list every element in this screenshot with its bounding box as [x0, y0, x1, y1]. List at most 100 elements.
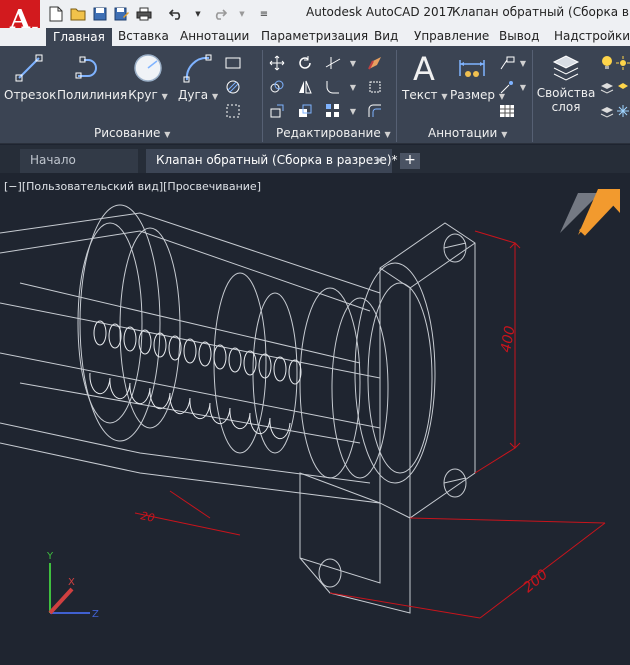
layer-sun-icon[interactable]: [614, 54, 630, 72]
file-tab-bar: Начало Клапан обратный (Сборка в разрезе…: [0, 145, 630, 173]
circle-button[interactable]: Круг ▼: [128, 52, 168, 102]
x-axis-label: X: [68, 577, 75, 588]
array-icon[interactable]: [324, 102, 342, 120]
annotation-panel-title[interactable]: Аннотации ▼: [428, 126, 507, 140]
arc-dropdown-icon[interactable]: ▼: [212, 92, 218, 101]
arc-icon: [183, 54, 212, 83]
tab-view[interactable]: Вид: [368, 28, 404, 46]
app-title: Autodesk AutoCAD 2017: [306, 5, 454, 19]
tab-home[interactable]: Главная: [46, 28, 112, 46]
file-tab-start-label: Начало: [30, 153, 76, 167]
polyline-button[interactable]: Полилиния: [57, 52, 127, 102]
undo-dropdown-icon[interactable]: ▼: [188, 4, 208, 24]
arc-button[interactable]: Дуга ▼: [178, 52, 218, 102]
circle-icon: [134, 54, 162, 82]
text-button[interactable]: A Текст ▼: [402, 52, 448, 102]
tab-addins[interactable]: Надстройки: [548, 28, 630, 46]
saveas-icon[interactable]: [112, 4, 132, 24]
dimension-400: 400: [498, 325, 518, 354]
dimension-200: 200: [520, 567, 551, 596]
tab-manage[interactable]: Управление: [408, 28, 495, 46]
array-dropdown-icon[interactable]: ▼: [344, 102, 362, 120]
layer-iso-icon[interactable]: [614, 78, 630, 96]
text-dropdown-icon[interactable]: ▼: [441, 92, 447, 101]
trim-dropdown-icon[interactable]: ▼: [344, 54, 362, 72]
copy-icon[interactable]: [268, 78, 286, 96]
panel-separator: [262, 50, 263, 142]
ribbon-tab-bar: Главная Вставка Аннотации Параметризация…: [0, 28, 630, 46]
text-icon: A: [413, 52, 435, 84]
layer-freeze-icon[interactable]: [614, 102, 630, 120]
open-icon[interactable]: [68, 4, 88, 24]
annotation-panel-expand-icon[interactable]: ▼: [501, 130, 507, 139]
tab-insert[interactable]: Вставка: [112, 28, 175, 46]
quick-access-toolbar: ▼ ▼ ≡: [46, 4, 274, 24]
dimension-button[interactable]: Размер ▼: [450, 52, 505, 102]
new-tab-button[interactable]: +: [400, 153, 420, 169]
draw-panel-title-text: Рисование: [94, 126, 161, 140]
trim-icon[interactable]: [324, 54, 342, 72]
close-icon[interactable]: ×: [374, 149, 384, 171]
ucs-icon: Y X Z: [46, 551, 99, 620]
layer-properties-button[interactable]: Свойства слоя: [536, 52, 596, 114]
annotation-panel-title-text: Аннотации: [428, 126, 498, 140]
save-icon[interactable]: [90, 4, 110, 24]
tab-annotate[interactable]: Аннотации: [174, 28, 255, 46]
dimension-20: 20: [139, 509, 155, 525]
print-icon[interactable]: [134, 4, 154, 24]
move-icon[interactable]: [268, 54, 286, 72]
circle-label: Круг: [128, 88, 158, 102]
table-icon[interactable]: [498, 102, 516, 120]
draw-panel-title[interactable]: Рисование ▼: [94, 126, 170, 140]
dimension-lines: [134, 230, 606, 619]
modify-panel-title-text: Редактирование: [276, 126, 381, 140]
redo-icon[interactable]: [210, 4, 230, 24]
line-button[interactable]: Отрезок: [4, 52, 57, 102]
valve-assembly-wireframe: [0, 204, 476, 614]
document-title: Клапан обратный (Сборка в раз: [452, 5, 630, 19]
leader-dropdown-icon[interactable]: ▼: [514, 54, 532, 72]
customize-toolbar-icon[interactable]: ≡: [254, 4, 274, 24]
panel-separator: [396, 50, 397, 142]
file-tab-document[interactable]: Клапан обратный (Сборка в разрезе)* ×: [146, 149, 398, 173]
undo-icon[interactable]: [166, 4, 186, 24]
drawing-viewport[interactable]: [−][Пользовательский вид][Просвечивание]: [0, 173, 630, 665]
new-icon[interactable]: [46, 4, 66, 24]
y-axis-label: Y: [46, 551, 54, 562]
dimension-label: Размер: [450, 88, 496, 102]
scale-icon[interactable]: [296, 102, 314, 120]
erase-icon[interactable]: [366, 54, 384, 72]
svg-text:A: A: [413, 52, 435, 84]
viewcube[interactable]: [560, 189, 620, 236]
offset-icon[interactable]: [366, 102, 384, 120]
explode-icon[interactable]: [366, 78, 384, 96]
dimension-values: 400 200 20: [139, 325, 551, 597]
line-icon: [15, 54, 43, 82]
mirror-icon[interactable]: [296, 78, 314, 96]
redo-dropdown-icon[interactable]: ▼: [232, 4, 252, 24]
tab-output[interactable]: Вывод: [493, 28, 545, 46]
fillet-icon[interactable]: [324, 78, 342, 96]
circle-dropdown-icon[interactable]: ▼: [162, 92, 168, 101]
arc-label: Дуга: [178, 88, 209, 102]
ribbon-panel: Отрезок Полилиния Круг ▼ Дуга ▼ Рисовани…: [0, 46, 630, 144]
text-label: Текст: [402, 88, 438, 102]
modify-panel-title[interactable]: Редактирование ▼: [276, 126, 391, 140]
panel-separator: [532, 50, 533, 142]
file-tab-start[interactable]: Начало: [20, 149, 138, 173]
rectangle-icon[interactable]: [224, 54, 242, 72]
multileader-dropdown-icon[interactable]: ▼: [514, 78, 532, 96]
spring-coils: [89, 320, 302, 440]
polyline-label: Полилиния: [57, 88, 128, 102]
draw-panel-expand-icon[interactable]: ▼: [164, 130, 170, 139]
gradient-icon[interactable]: [224, 102, 242, 120]
tab-parametric[interactable]: Параметризация: [255, 28, 374, 46]
hatch-icon[interactable]: [224, 78, 242, 96]
stretch-icon[interactable]: [268, 102, 286, 120]
drawing-canvas: 400 200 20 Y X Z: [0, 189, 620, 620]
line-label: Отрезок: [4, 88, 57, 102]
fillet-dropdown-icon[interactable]: ▼: [344, 78, 362, 96]
modify-panel-expand-icon[interactable]: ▼: [385, 130, 391, 139]
polyline-icon: [75, 56, 97, 79]
rotate-icon[interactable]: [296, 54, 314, 72]
